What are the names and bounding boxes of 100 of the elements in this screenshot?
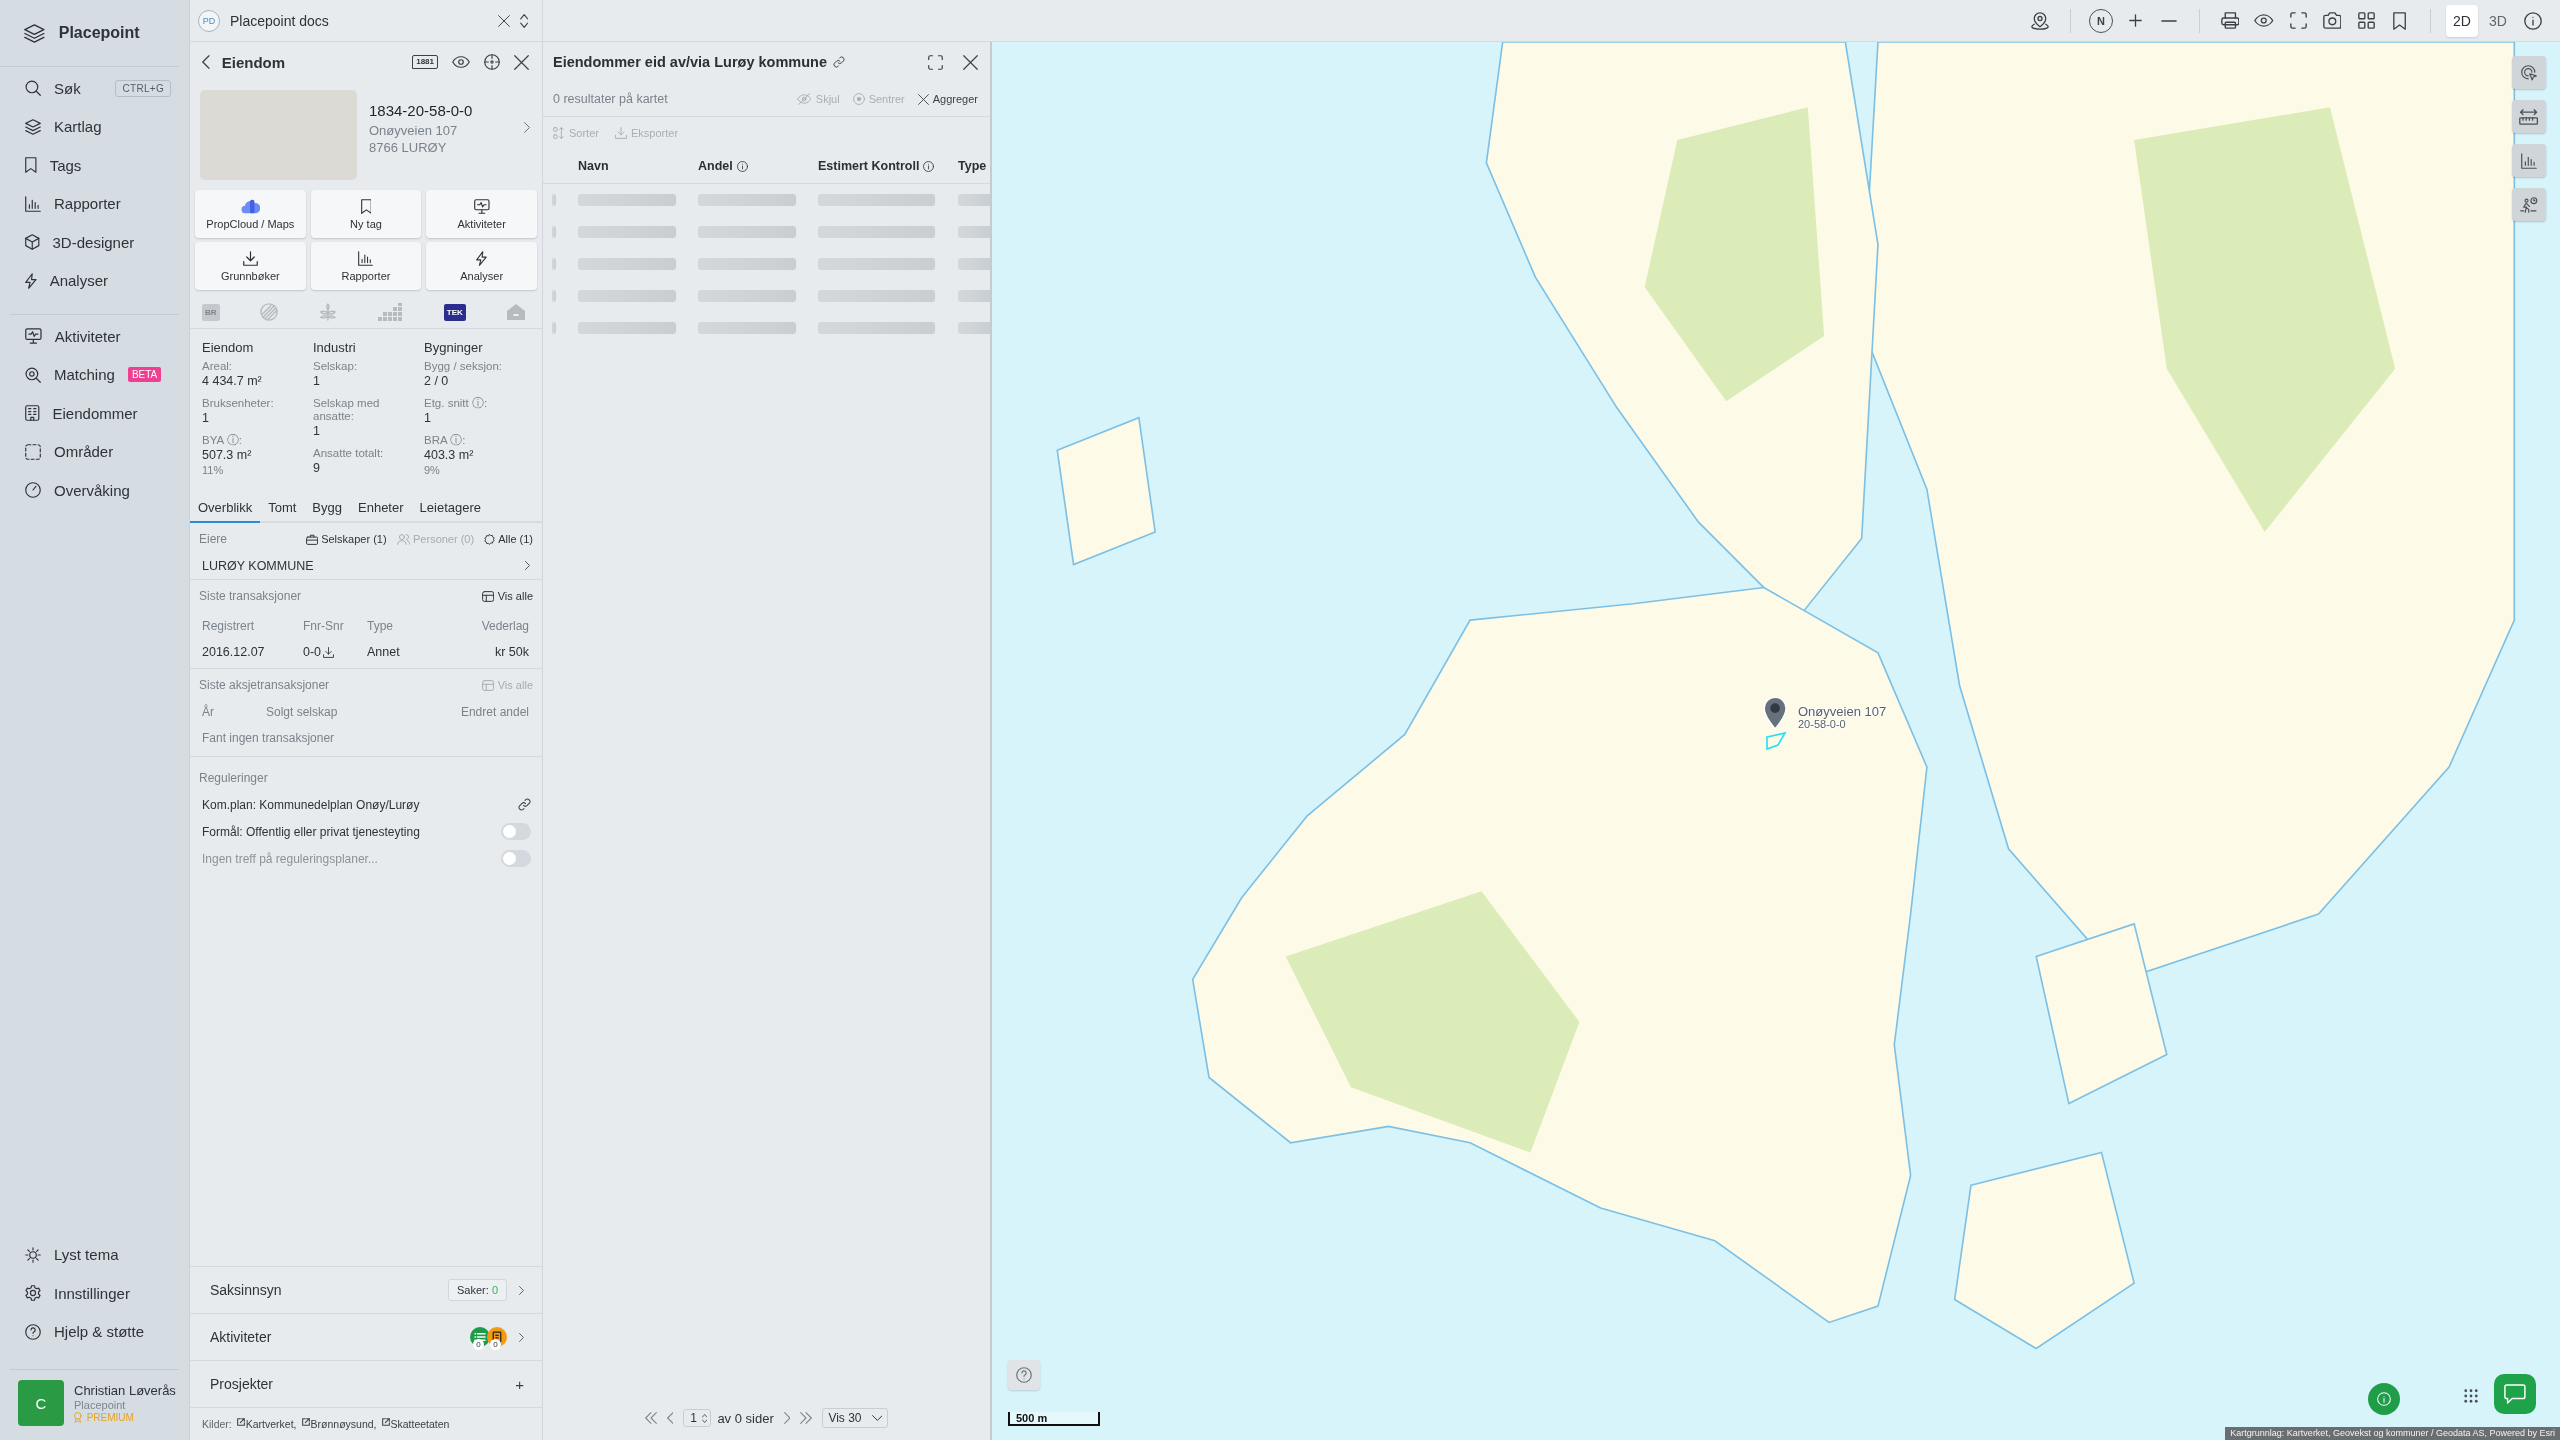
tab[interactable]: Enheter	[350, 496, 412, 523]
column-header[interactable]: Type	[958, 159, 987, 173]
dashed-square-icon	[25, 443, 41, 460]
close-button[interactable]	[497, 14, 510, 27]
section-title[interactable]: Saksinnsyn	[210, 1282, 282, 1298]
workspace-name[interactable]: Placepoint docs	[230, 12, 329, 29]
table-cell-text: 2016.12.07	[202, 645, 266, 659]
source-link[interactable]: Skatteetaten	[381, 1418, 450, 1430]
info-icon	[736, 160, 748, 172]
pointer-ring-icon	[2521, 64, 2537, 81]
view-mode-tab[interactable]: 3D	[2482, 4, 2514, 37]
action-button[interactable]: Ny tag	[310, 190, 422, 238]
help-button[interactable]	[1008, 1360, 1040, 1390]
nav-item[interactable]: Innstillinger	[25, 1284, 130, 1302]
close-icon	[497, 14, 510, 27]
chevron-right-icon	[783, 1412, 791, 1424]
nav-item[interactable]: Overvåking	[25, 481, 130, 499]
nav-item[interactable]: Tags	[25, 156, 82, 174]
initials-tile[interactable]: TEK	[443, 303, 466, 321]
locate-button[interactable]	[484, 54, 500, 70]
column-header: Fnr-Snr	[303, 619, 345, 633]
chevron-right-icon	[525, 561, 530, 570]
nav-item[interactable]: Aktiviteter	[25, 327, 121, 345]
tab[interactable]: Leietagere	[411, 496, 489, 523]
view-all-button[interactable]: Vis alle	[481, 590, 533, 602]
map-tool-button[interactable]	[2512, 56, 2546, 89]
last-page-button[interactable]	[800, 1412, 813, 1424]
owner-row[interactable]: LURØY KOMMUNE	[190, 552, 542, 580]
toolbar-button[interactable]: Aggreger	[917, 93, 978, 105]
ruler-icon	[2519, 108, 2539, 125]
tab[interactable]: Bygg	[304, 496, 350, 523]
tab[interactable]: Overblikk	[190, 496, 261, 523]
link-button[interactable]	[833, 56, 845, 68]
view-mode-tab[interactable]: 2D	[2446, 4, 2478, 37]
link-button[interactable]	[518, 798, 531, 811]
action-button[interactable]: Rapporter	[310, 242, 422, 290]
source-link[interactable]: Brønnøysund,	[301, 1418, 377, 1430]
scale-bar: 500 m	[1008, 1412, 1100, 1426]
expand-button[interactable]	[928, 54, 943, 70]
action-button[interactable]: PropCloud / Maps	[195, 190, 306, 238]
avatar[interactable]: C	[18, 1380, 64, 1426]
nav-item[interactable]: Hjelp & støtte	[25, 1323, 145, 1341]
back-button[interactable]	[202, 55, 210, 69]
nav-item[interactable]: 3D-designer	[25, 233, 135, 251]
action-button[interactable]: Grunnbøker	[195, 242, 306, 290]
expand-button[interactable]	[519, 1285, 524, 1295]
column-header[interactable]: Andel	[698, 159, 748, 173]
bar-chart-icon	[358, 250, 374, 266]
nav-item[interactable]: Eiendommer	[25, 404, 138, 422]
column-header[interactable]: Navn	[578, 159, 609, 173]
download-icon	[614, 127, 627, 139]
nav-item[interactable]: Analyser	[25, 272, 108, 290]
section-title[interactable]: Prosjekter	[210, 1376, 274, 1392]
stats-heading: Industri	[313, 340, 357, 355]
add-button[interactable]: +	[515, 1375, 524, 1393]
close-button[interactable]	[514, 54, 529, 70]
previous-page-button[interactable]	[666, 1412, 674, 1424]
nav-item[interactable]: Søk	[25, 79, 81, 97]
table-cell: kr 50k	[494, 645, 529, 659]
map-tool-button[interactable]	[2512, 188, 2546, 221]
leaf-icon	[317, 303, 338, 321]
column-header[interactable]: Estimert Kontroll	[818, 159, 935, 173]
page-input[interactable]: 1	[683, 1409, 712, 1427]
results-title: Eiendommer eid av/via Lurøy kommune	[553, 54, 827, 70]
open-details-button[interactable]	[523, 122, 530, 133]
page-size-select[interactable]: Vis 30	[822, 1408, 889, 1428]
next-page-button[interactable]	[783, 1412, 791, 1424]
nav-item[interactable]: Områder	[25, 443, 114, 461]
info-icon	[923, 160, 935, 172]
stat-label: BRA ⓘ:	[424, 434, 467, 447]
column-header: År	[202, 705, 215, 719]
visibility-button[interactable]	[452, 56, 470, 68]
map-tool-button[interactable]	[2512, 144, 2546, 177]
page-count: av 0 sider	[717, 1410, 774, 1426]
first-page-button[interactable]	[644, 1412, 657, 1424]
source-link[interactable]: Kartverket,	[236, 1418, 297, 1430]
user-name: Christian Løverås	[74, 1383, 176, 1398]
settings-icon	[25, 1285, 41, 1302]
speech-bubble-button[interactable]: 1881	[412, 55, 438, 69]
section-label: Eiere	[199, 532, 227, 546]
expand-button[interactable]	[519, 1332, 524, 1342]
nav-item[interactable]: Matching	[25, 366, 115, 384]
tab[interactable]: Tomt	[260, 496, 305, 523]
chat-button[interactable]	[2494, 1374, 2536, 1414]
section-title[interactable]: Aktiviteter	[210, 1329, 272, 1345]
nav-item[interactable]: Rapporter	[25, 195, 121, 213]
nav-item[interactable]: Kartlag	[25, 118, 102, 136]
toggle-switch[interactable]	[501, 823, 531, 840]
map-tool-button[interactable]	[2512, 100, 2546, 133]
fullscreen-icon	[928, 54, 943, 70]
action-button[interactable]: Analyser	[426, 242, 537, 290]
stat-value: 9	[313, 460, 321, 477]
filter-button[interactable]: Selskaper (1)	[305, 533, 387, 545]
filter-button[interactable]: Alle (1)	[484, 533, 533, 545]
column-header: Vederlag	[481, 619, 529, 633]
switch-button[interactable]	[519, 13, 528, 28]
walking-clock-icon	[2520, 196, 2538, 213]
nav-item[interactable]: Lyst tema	[25, 1246, 119, 1264]
close-button[interactable]	[963, 54, 978, 70]
action-button[interactable]: Aktiviteter	[426, 190, 537, 238]
